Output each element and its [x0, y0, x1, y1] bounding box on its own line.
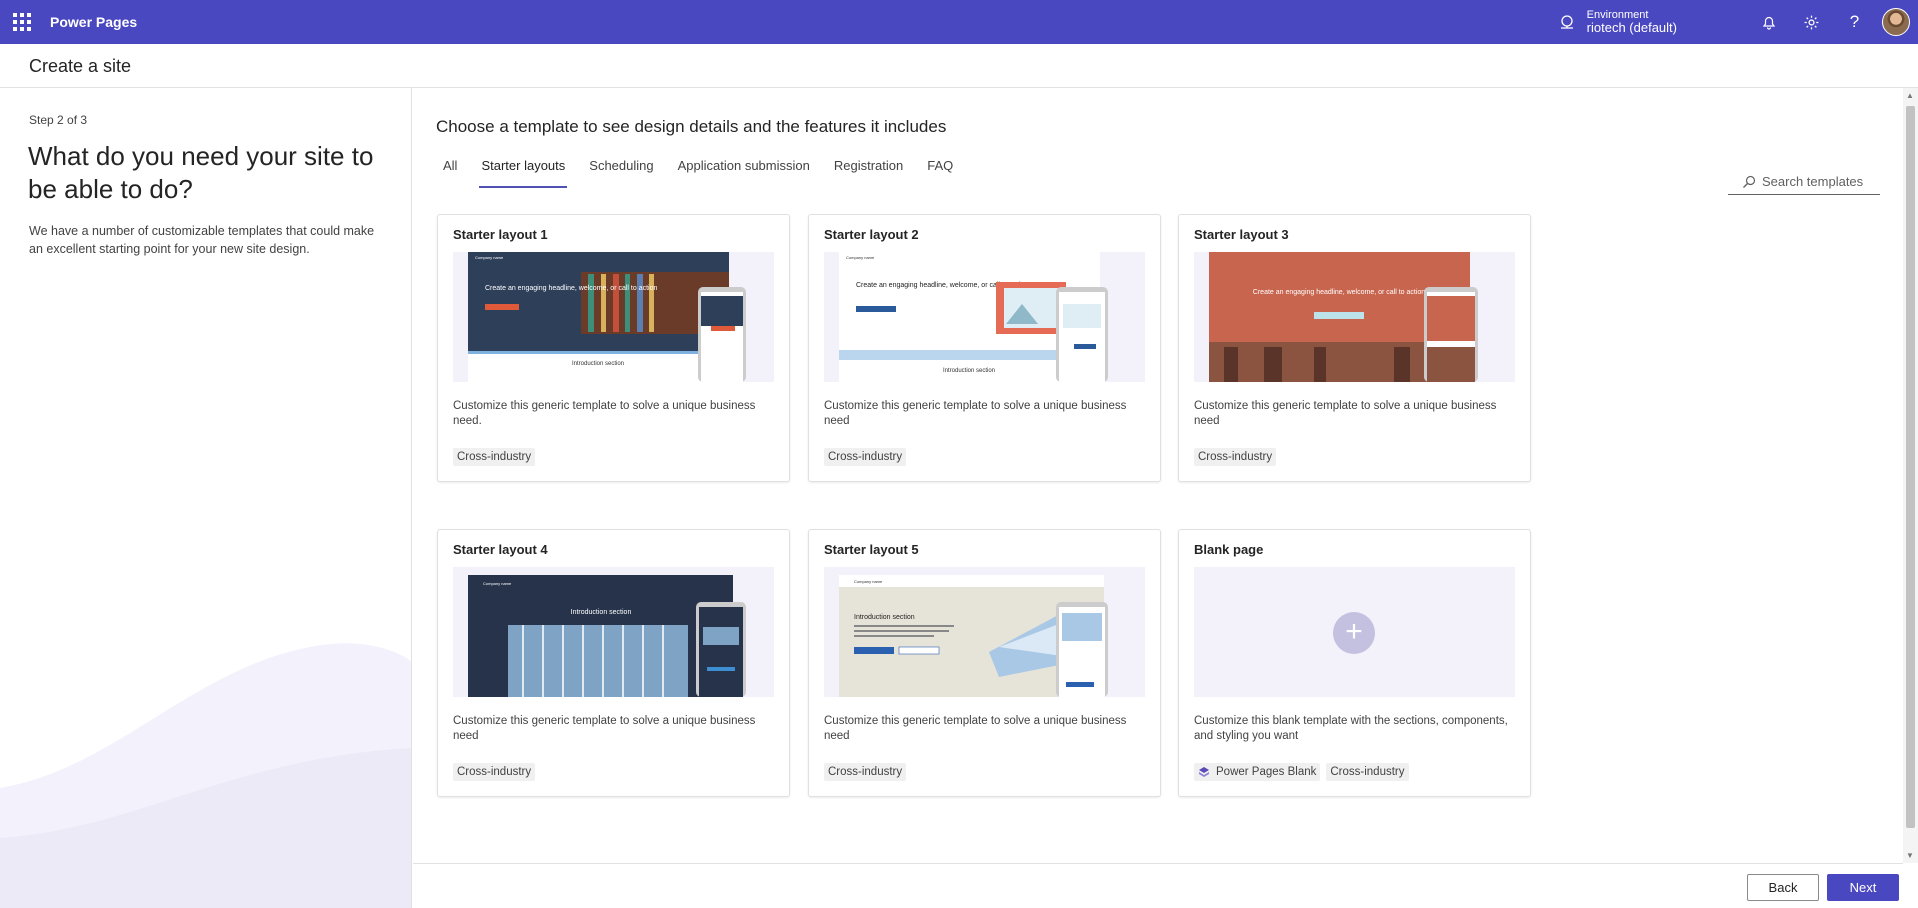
layout-2-preview: Company name Create an engaging headline… [839, 252, 1108, 382]
card-thumbnail: Company name Create an engaging headline… [453, 252, 774, 382]
template-card-starter-layout-2[interactable]: Starter layout 2 Company name Create an … [808, 214, 1161, 482]
card-thumbnail: + [1194, 567, 1515, 697]
tag-power-pages-blank: Power Pages Blank [1194, 763, 1321, 781]
card-description: Customize this blank template with the s… [1194, 715, 1508, 742]
footer-bar: Back Next [413, 863, 1903, 908]
tag-cross-industry: Cross-industry [453, 763, 536, 781]
thumb-section: Introduction section [854, 614, 915, 621]
search-icon [1743, 175, 1756, 188]
scroll-up-icon[interactable]: ▲ [1906, 91, 1914, 100]
left-panel: Step 2 of 3 What do you need your site t… [0, 88, 412, 908]
card-description: Customize this generic template to solve… [824, 400, 1127, 427]
card-thumbnail: Company name Introduction section [453, 567, 774, 697]
thumb-company: Company name [483, 581, 512, 586]
template-tabs: All Starter layouts Scheduling Applicati… [431, 156, 965, 188]
card-thumbnail: Company name Create an engaging headline… [824, 252, 1145, 382]
template-card-starter-layout-3[interactable]: Starter layout 3 Create an engaging head… [1178, 214, 1531, 482]
card-thumbnail: Create an engaging headline, welcome, or… [1194, 252, 1515, 382]
template-card-starter-layout-4[interactable]: Starter layout 4 Company name Introducti… [437, 529, 790, 797]
layout-5-preview: Company name Introduction section [839, 575, 1108, 697]
thumb-section: Introduction section [943, 368, 995, 374]
environment-name: riotech (default) [1586, 19, 1677, 35]
card-description: Customize this generic template to solve… [1194, 400, 1497, 427]
step-indicator: Step 2 of 3 [29, 113, 88, 127]
avatar[interactable] [1882, 8, 1910, 36]
environment-icon[interactable] [1557, 12, 1577, 32]
page-header: Create a site [0, 44, 1918, 88]
card-title: Starter layout 2 [824, 227, 919, 242]
thumb-company: Company name [846, 255, 875, 260]
thumb-company: Company name [854, 579, 883, 584]
card-title: Starter layout 3 [1194, 227, 1289, 242]
scroll-down-icon[interactable]: ▼ [1906, 851, 1914, 860]
card-title: Starter layout 1 [453, 227, 548, 242]
vertical-scrollbar[interactable]: ▲ ▼ [1903, 88, 1918, 863]
layout-1-preview: Company name Create an engaging headline… [468, 252, 746, 382]
card-description: Customize this generic template to solve… [824, 715, 1127, 742]
plus-icon: + [1333, 612, 1375, 654]
search-input[interactable]: Search templates [1728, 169, 1880, 195]
left-description: We have a number of customizable templat… [29, 224, 375, 256]
bell-icon[interactable] [1747, 0, 1790, 44]
main-title: Choose a template to see design details … [436, 117, 947, 136]
tag-cross-industry: Cross-industry [1194, 448, 1277, 466]
scrollbar-thumb[interactable] [1906, 106, 1915, 828]
page-title: Create a site [29, 56, 132, 76]
app-name[interactable]: Power Pages [50, 14, 137, 30]
gear-icon[interactable] [1790, 0, 1833, 44]
card-title: Starter layout 4 [453, 542, 548, 557]
template-card-starter-layout-5[interactable]: Starter layout 5 Company name Introducti… [808, 529, 1161, 797]
card-description: Customize this generic template to solve… [453, 400, 756, 427]
thumb-headline: Create an engaging headline, welcome, or… [485, 285, 657, 292]
tab-faq[interactable]: FAQ [915, 156, 965, 184]
tab-starter-layouts[interactable]: Starter layouts [469, 156, 577, 188]
left-title: What do you need your site to be able to… [28, 141, 374, 204]
next-button[interactable]: Next [1827, 874, 1899, 901]
layout-3-preview: Create an engaging headline, welcome, or… [1209, 252, 1478, 382]
environment-picker[interactable]: Environment riotech (default) [1587, 9, 1677, 35]
top-bar: Power Pages Environment riotech (default… [0, 0, 1918, 44]
app-launcher-icon[interactable] [12, 12, 32, 32]
tab-registration[interactable]: Registration [822, 156, 915, 184]
card-title: Blank page [1194, 542, 1264, 557]
help-icon[interactable]: ? [1833, 0, 1876, 44]
power-pages-icon [1199, 767, 1209, 777]
tab-all[interactable]: All [431, 156, 469, 184]
template-card-blank-page[interactable]: Blank page + Customize this blank templa… [1178, 529, 1531, 797]
layout-4-preview: Company name Introduction section [468, 575, 746, 697]
tab-application-submission[interactable]: Application submission [666, 156, 822, 184]
thumb-section: Introduction section [571, 609, 632, 616]
template-card-starter-layout-1[interactable]: Starter layout 1 Company name Create an … [437, 214, 790, 482]
decorative-wave [0, 643, 411, 908]
tag-cross-industry: Cross-industry [453, 448, 536, 466]
thumb-company: Company name [475, 255, 504, 260]
card-description: Customize this generic template to solve… [453, 715, 756, 742]
thumb-section: Introduction section [572, 361, 624, 367]
tag-cross-industry: Cross-industry [1326, 763, 1409, 781]
main-content: Choose a template to see design details … [413, 88, 1903, 863]
tag-cross-industry: Cross-industry [824, 448, 907, 466]
search-placeholder: Search templates [1762, 174, 1864, 189]
thumb-headline: Create an engaging headline, welcome, or… [1253, 289, 1425, 296]
card-thumbnail: Company name Introduction section [824, 567, 1145, 697]
tab-scheduling[interactable]: Scheduling [577, 156, 665, 184]
tag-cross-industry: Cross-industry [824, 763, 907, 781]
card-title: Starter layout 5 [824, 542, 919, 557]
back-button[interactable]: Back [1747, 874, 1819, 901]
tag-label: Power Pages Blank [1216, 766, 1317, 778]
